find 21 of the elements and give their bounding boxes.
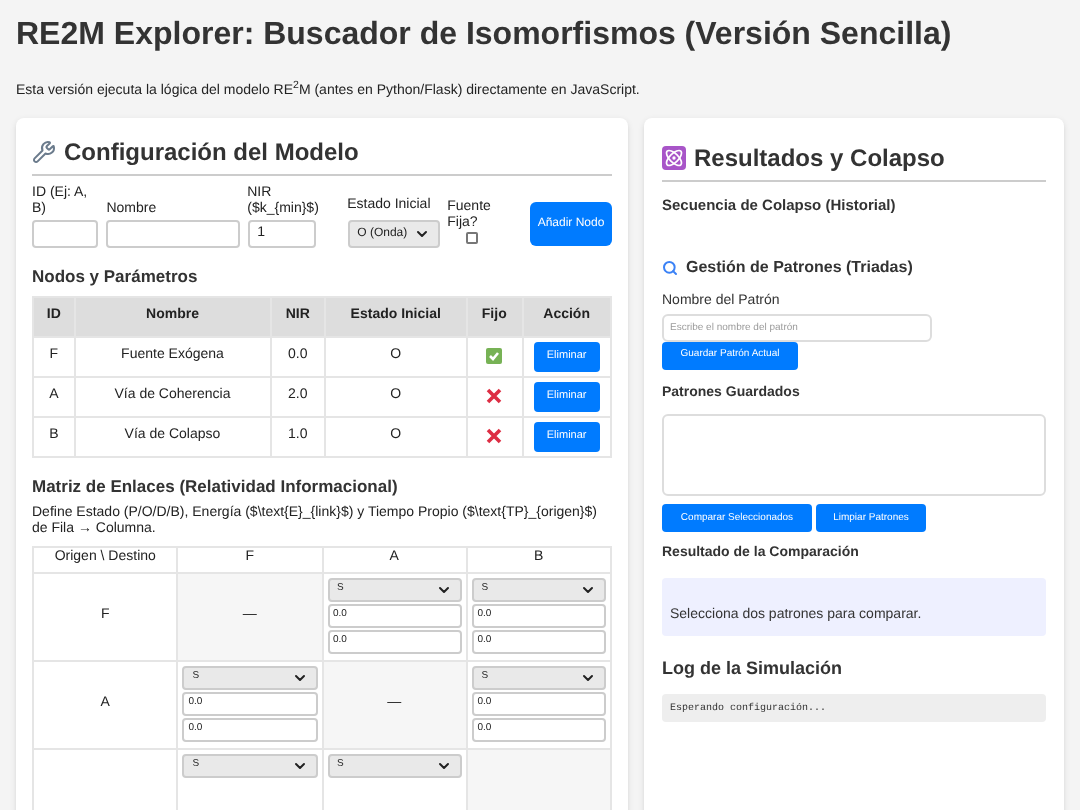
caret-icon	[291, 757, 307, 773]
caret-icon	[435, 581, 452, 597]
subsection-heading: Log de la Simulación	[662, 655, 845, 682]
caret-icon	[580, 669, 596, 685]
page-title: RE2M Explorer: Buscador de Isomorfismos (Versión Sencilla)	[16, 16, 954, 56]
atom-icon	[662, 146, 686, 170]
tools-icon	[32, 140, 56, 164]
subsection-heading: Gestión de Patrones (Triadas)	[686, 256, 913, 281]
caret-icon	[291, 669, 307, 685]
caret-icon	[435, 757, 452, 773]
subsection-heading: Matriz de Enlaces (Relatividad Informacional)	[32, 473, 400, 499]
section-heading: Configuración del Modelo	[64, 136, 359, 170]
name-input[interactable]	[106, 220, 240, 248]
search-icon	[662, 260, 678, 277]
subsection-heading: Nodos y Parámetros	[32, 264, 200, 290]
fixed-checkbox[interactable]	[466, 232, 479, 244]
caret-icon	[580, 581, 596, 597]
saved-patterns-list[interactable]	[662, 414, 1046, 497]
section-heading: Resultados y Colapso	[694, 142, 945, 176]
caret-icon	[413, 226, 430, 242]
id-input[interactable]	[32, 220, 99, 248]
